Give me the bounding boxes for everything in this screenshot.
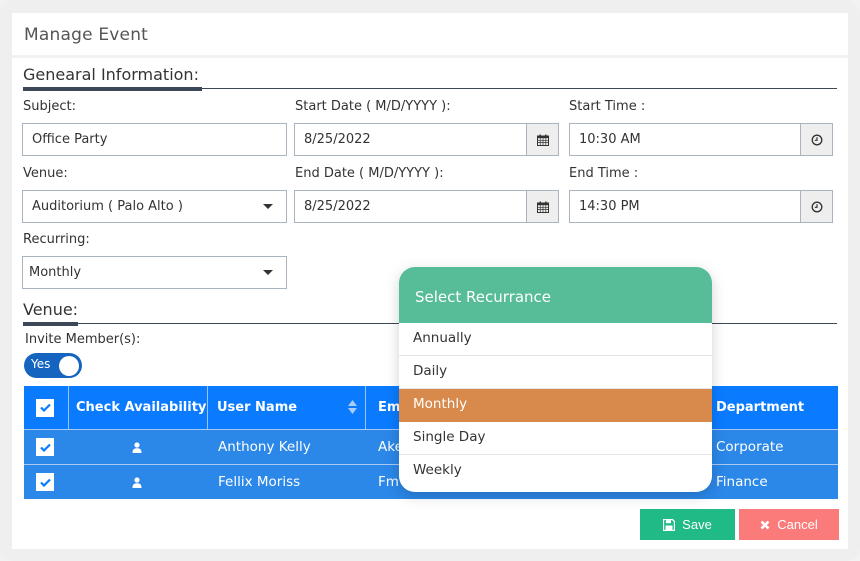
department-cell: Finance	[716, 474, 768, 490]
option-annually[interactable]: Annually	[399, 323, 712, 356]
check-icon	[39, 403, 51, 412]
chevron-down-icon	[263, 270, 273, 275]
check-icon	[39, 478, 51, 487]
recurring-label: Recurring:	[23, 232, 90, 247]
invite-members-label: Invite Member(s):	[25, 332, 141, 347]
user-name-cell: Fellix Moriss	[218, 474, 301, 490]
column-user-name-label: User Name	[217, 400, 298, 415]
section-title-general: Genearal Information:	[23, 65, 199, 84]
column-email: Em	[378, 400, 401, 415]
section-title-venue: Venue:	[23, 300, 79, 319]
floppy-disk-icon	[663, 518, 676, 531]
end-date-picker-button[interactable]	[526, 191, 558, 222]
page-title: Manage Event	[24, 25, 149, 45]
subject-label: Subject:	[23, 99, 76, 114]
cancel-label: Cancel	[777, 517, 818, 532]
recurring-value: Monthly	[29, 265, 82, 280]
clock-icon	[811, 201, 822, 212]
end-time-picker-button[interactable]	[800, 191, 832, 222]
clock-icon	[811, 134, 822, 145]
end-time-input[interactable]: 14:30 PM	[569, 190, 833, 223]
section-divider-accent	[23, 87, 202, 91]
window-frame: Manage Event Genearal Information: Subje…	[0, 0, 860, 561]
calendar-icon	[536, 134, 549, 146]
column-divider	[207, 386, 208, 429]
column-check-availability: Check Availability	[76, 400, 207, 415]
recurring-select[interactable]: Monthly	[22, 256, 287, 289]
cancel-button[interactable]: Cancel	[739, 509, 839, 540]
venue-select[interactable]: Auditorium ( Palo Alto )	[22, 190, 287, 223]
toggle-knob	[59, 355, 79, 376]
dropdown-title: Select Recurrance	[399, 267, 712, 323]
end-time-label: End Time :	[569, 166, 639, 181]
start-time-value: 10:30 AM	[579, 132, 641, 147]
check-icon	[39, 443, 51, 452]
close-icon	[760, 520, 770, 529]
option-monthly[interactable]: Monthly	[399, 389, 712, 422]
start-date-picker-button[interactable]	[526, 124, 558, 155]
column-divider	[68, 386, 69, 429]
venue-value: Auditorium ( Palo Alto )	[32, 199, 183, 214]
toggle-label: Yes	[31, 357, 51, 371]
end-time-value: 14:30 PM	[579, 199, 640, 214]
recurrence-dropdown: Select Recurrance Annually Daily Monthly…	[399, 267, 712, 492]
end-date-label: End Date ( M/D/YYYY ):	[295, 166, 444, 181]
venue-label: Venue:	[23, 166, 68, 181]
start-date-label: Start Date ( M/D/YYYY ):	[295, 99, 451, 114]
user-icon	[132, 441, 142, 453]
end-date-input[interactable]: 8/25/2022	[294, 190, 559, 223]
row-checkbox[interactable]	[36, 430, 54, 464]
availability-button[interactable]	[132, 465, 142, 499]
column-divider	[365, 386, 366, 429]
section-divider-accent	[23, 322, 78, 326]
calendar-icon	[536, 201, 549, 213]
start-time-picker-button[interactable]	[800, 124, 832, 155]
start-time-label: Start Time :	[569, 99, 646, 114]
start-date-value: 8/25/2022	[304, 132, 371, 147]
row-checkbox[interactable]	[36, 465, 54, 499]
user-name-cell: Anthony Kelly	[218, 439, 311, 455]
column-department: Department	[716, 400, 805, 415]
user-icon	[132, 476, 142, 488]
start-time-input[interactable]: 10:30 AM	[569, 123, 833, 156]
select-all-checkbox[interactable]	[36, 386, 54, 429]
invite-members-toggle[interactable]: Yes	[24, 353, 82, 378]
chevron-down-icon	[263, 204, 273, 209]
start-date-input[interactable]: 8/25/2022	[294, 123, 559, 156]
save-label: Save	[682, 517, 712, 532]
department-cell: Corporate	[716, 439, 784, 455]
option-weekly[interactable]: Weekly	[399, 455, 712, 488]
option-daily[interactable]: Daily	[399, 356, 712, 389]
column-user-name[interactable]: User Name	[217, 386, 365, 429]
save-button[interactable]: Save	[640, 509, 735, 540]
end-date-value: 8/25/2022	[304, 199, 371, 214]
panel-header: Manage Event	[12, 13, 848, 58]
subject-input[interactable]: Office Party	[22, 123, 287, 156]
option-single-day[interactable]: Single Day	[399, 422, 712, 455]
sort-icon	[348, 400, 357, 414]
email-cell: Fm	[378, 474, 399, 490]
availability-button[interactable]	[132, 430, 142, 464]
